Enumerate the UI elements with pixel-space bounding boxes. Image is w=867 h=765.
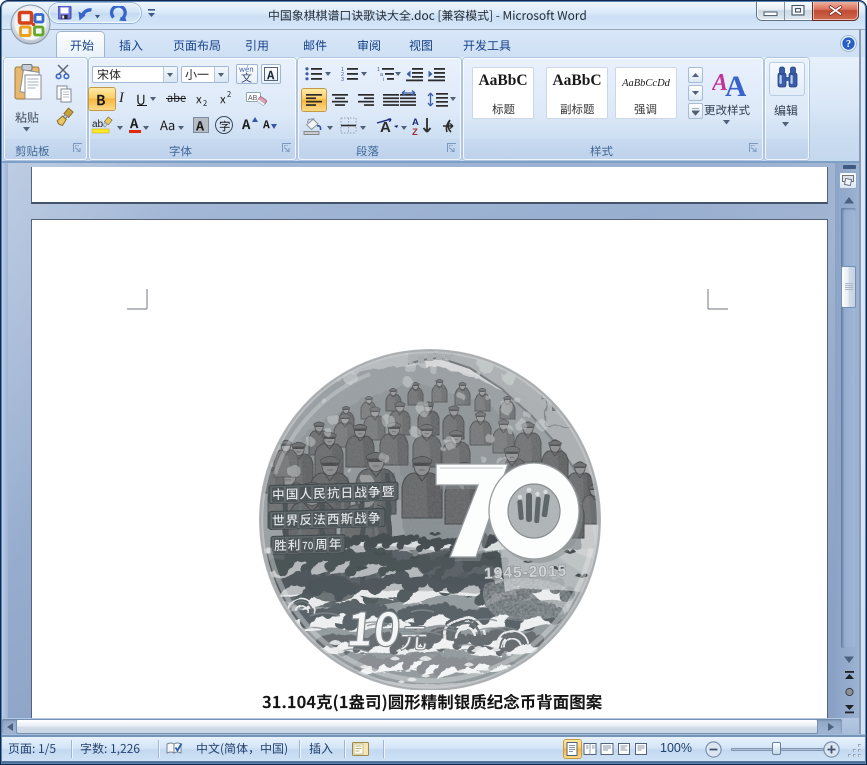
svg-text:AB: AB — [248, 95, 258, 102]
svg-text:3: 3 — [341, 77, 344, 82]
svg-text:A: A — [725, 70, 746, 98]
svg-text:Z: Z — [412, 127, 418, 136]
svg-text:ab: ab — [92, 119, 104, 130]
svg-text:1945-2015: 1945-2015 — [484, 563, 568, 583]
svg-text:i: i — [383, 77, 384, 82]
svg-text:?: ? — [846, 39, 851, 50]
